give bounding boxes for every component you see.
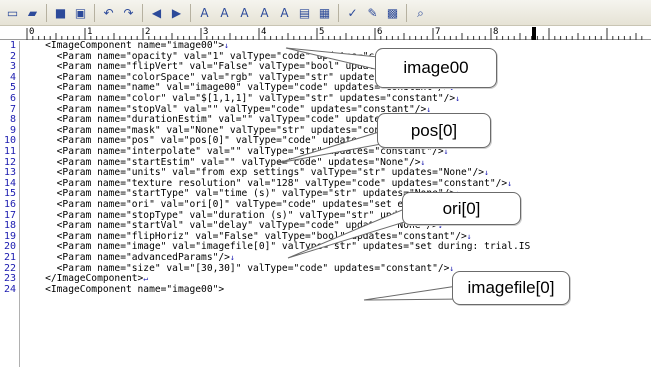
end-of-line-marker: ↓	[484, 168, 489, 178]
replace-icon[interactable]: A	[256, 4, 273, 21]
ruler-number: 6	[377, 27, 383, 37]
callout-label: ori[0]	[442, 198, 481, 218]
line-number: 16	[3, 199, 16, 210]
code-text: </ImageComponent>	[22, 273, 144, 285]
code-text: <ImageComponent name="image00">	[22, 41, 225, 51]
line-number: 1	[9, 40, 16, 51]
code-text: <Param name="color" val="$[1,1,1]" valTy…	[22, 93, 456, 104]
line-number-gutter: 1 2 3 4 5 6 7 8 9 10 11 12 13 14 15 16 17 18 19 20 21 22 23 24	[0, 40, 20, 367]
toolbar-separator	[406, 3, 407, 22]
code-text: <Param name="texture resolution" val="12…	[22, 177, 508, 189]
end-of-line-marker: ↓	[466, 231, 472, 241]
toolbar-separator	[142, 3, 143, 22]
callout-imagefile: imagefile[0]	[452, 271, 570, 305]
highlight-icon[interactable]: A	[276, 4, 293, 21]
toolbar: ▭ ▰ ■ ▣ ↶ ↷ ◀ ▶ A A A A A ▤ ▦ ✓ ✎ ▩ ⌕	[0, 0, 651, 26]
find-prev-icon[interactable]: A	[236, 4, 253, 21]
code-text: <Param name="mask" val="None" valType="s…	[22, 124, 427, 136]
open-folder-icon[interactable]: ▰	[24, 4, 41, 21]
code-text: <Param name="advancedParams"/>	[22, 252, 230, 263]
forward-icon[interactable]: ▶	[168, 4, 185, 21]
code-line[interactable]: <ImageComponent name="image00">	[22, 283, 225, 296]
end-of-line-marker: ↓	[420, 157, 426, 167]
new-file-icon[interactable]: ▭	[4, 4, 21, 21]
code-text: <Param name="image" val="imagefile[0]" v…	[22, 241, 531, 253]
settings-icon[interactable]: ▩	[384, 4, 401, 21]
callout-label: imagefile[0]	[467, 278, 555, 297]
save-all-icon[interactable]: ▣	[72, 4, 89, 21]
code-text: <Param name="durationEstim" val="" valTy…	[22, 114, 438, 126]
find-next-icon[interactable]: A	[216, 4, 233, 21]
code-text: <Param name="flipHoriz" val="False" valT…	[22, 230, 467, 242]
back-icon[interactable]: ◀	[148, 4, 165, 21]
code-text: <Param name="interpolate" val="" valType…	[22, 146, 444, 157]
ruler-number: 7	[435, 27, 441, 37]
code-text: <Param name="stopVal" val="" valType="co…	[22, 103, 427, 115]
code-text: <Param name="startVal" val="delay" valTy…	[22, 220, 438, 232]
line-number: 21	[3, 252, 16, 263]
line-number: 6	[9, 93, 16, 104]
redo-icon[interactable]: ↷	[120, 4, 137, 21]
ruler-number: 0	[29, 27, 35, 37]
ruler-number: 1	[87, 27, 93, 37]
end-of-line-marker: ↓	[443, 147, 449, 156]
ruler-number: 3	[203, 27, 209, 37]
code-text: <Param name="units" val="from exp settin…	[22, 167, 485, 179]
compare-icon[interactable]: ✓	[344, 4, 361, 21]
find-icon[interactable]: A	[196, 4, 213, 21]
ruler-number: 5	[319, 27, 325, 37]
end-of-line-marker: ↵	[143, 274, 149, 284]
outline-icon[interactable]: ▦	[316, 4, 333, 21]
code-text: <Param name="opacity" val="1" valType="c…	[22, 50, 433, 62]
end-of-line-marker: ↓	[507, 178, 513, 188]
save-icon[interactable]: ■	[52, 4, 69, 21]
line-number: 11	[3, 146, 16, 157]
column-ruler: 0 1 2 3 4 5 6 7 8	[0, 27, 651, 40]
ruler-number: 4	[261, 27, 267, 37]
toolbar-separator	[94, 3, 95, 22]
code-text: <ImageComponent name="image00">	[22, 283, 225, 295]
callout-label: image00	[403, 58, 469, 77]
edit-mode-icon[interactable]: ✎	[364, 4, 381, 21]
toolbar-separator	[190, 3, 191, 22]
grep-icon[interactable]: ▤	[296, 4, 313, 21]
ruler-cursor-marker	[532, 27, 536, 40]
callout-image00: image00	[375, 48, 497, 88]
end-of-line-marker: ↓	[229, 253, 235, 262]
code-editor[interactable]: <ImageComponent name="image00">↓ <Param …	[22, 41, 651, 367]
callout-ori: ori[0]	[402, 192, 521, 225]
undo-icon[interactable]: ↶	[100, 4, 117, 21]
callout-label: pos[0]	[410, 120, 458, 140]
code-text: <Param name="startEstim" val="" valType=…	[22, 156, 421, 168]
end-of-line-marker: ↓	[449, 263, 455, 273]
search-window-icon[interactable]: ⌕	[412, 4, 429, 21]
ruler-number: 8	[493, 27, 499, 37]
code-text: <Param name="size" val="[30,30]" valType…	[22, 262, 450, 274]
toolbar-separator	[338, 3, 339, 22]
end-of-line-marker: ↓	[224, 41, 229, 50]
callout-pos: pos[0]	[377, 113, 491, 148]
toolbar-separator	[46, 3, 47, 22]
end-of-line-marker: ↓	[455, 94, 461, 103]
line-number: 24	[3, 283, 16, 295]
ruler-number: 2	[145, 27, 151, 37]
ruler-ticks	[26, 27, 643, 40]
code-text: <Param name="startType" val="time (s)" v…	[22, 188, 456, 200]
